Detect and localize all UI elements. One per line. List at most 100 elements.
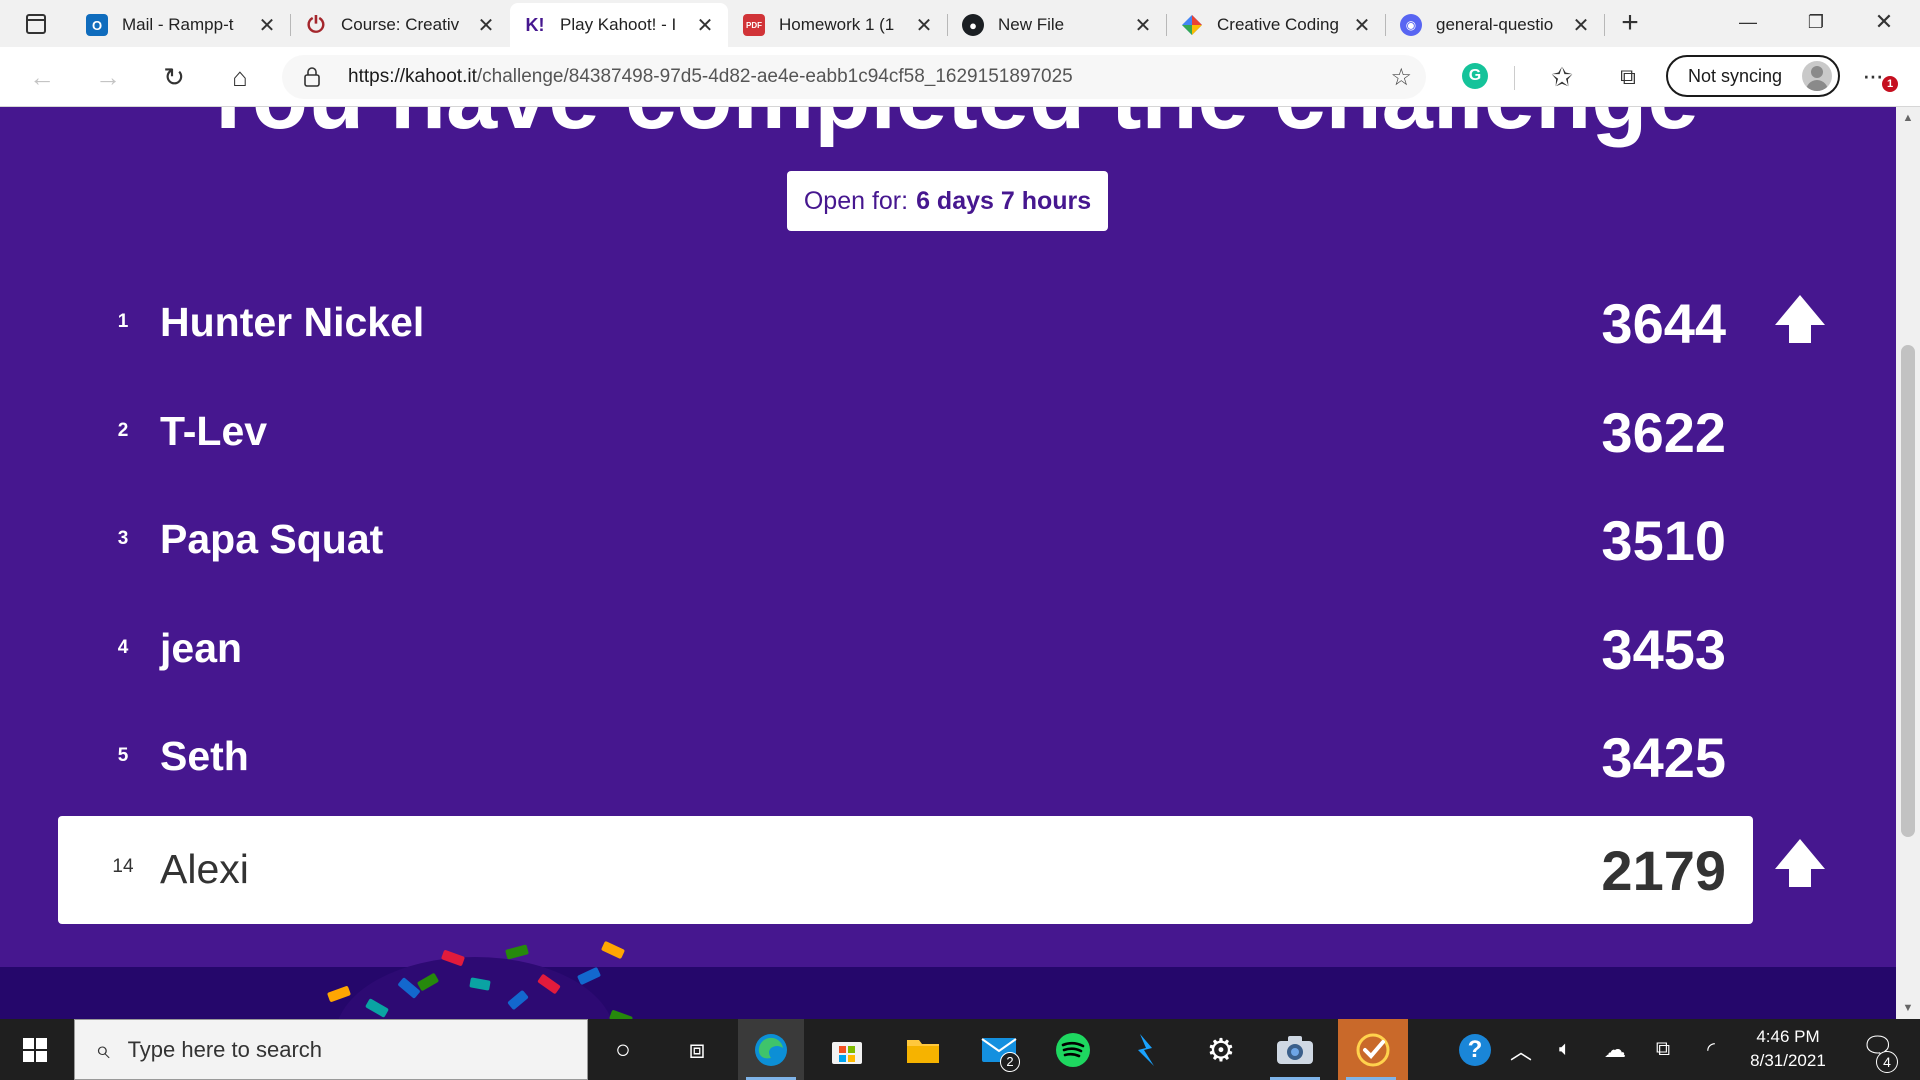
refresh-button[interactable]: ↻ bbox=[154, 59, 194, 95]
avatar bbox=[1802, 61, 1832, 91]
power-icon: ⏻ bbox=[307, 12, 325, 37]
norton-taskbar-button[interactable] bbox=[1338, 1019, 1408, 1080]
home-icon: ⌂ bbox=[232, 61, 248, 92]
display-tray-button[interactable]: ⧉ bbox=[1646, 1019, 1680, 1080]
tab-title: Play Kahoot! - I bbox=[560, 15, 677, 34]
leaderboard-row: 1 Hunter Nickel 3644 bbox=[58, 281, 1753, 373]
tab-actions-icon bbox=[26, 14, 46, 34]
tab-title: Course: Creativ bbox=[341, 15, 460, 34]
rank-number: 5 bbox=[117, 745, 129, 766]
player-score: 3425 bbox=[1601, 726, 1726, 789]
player-name: jean bbox=[160, 625, 243, 671]
add-favorite-icon[interactable]: ☆ bbox=[1390, 63, 1412, 92]
open-for-value: 6 days 7 hours bbox=[916, 186, 1092, 215]
minimize-button[interactable]: — bbox=[1720, 0, 1776, 44]
page-heading: You have completed the challenge bbox=[0, 107, 1896, 150]
cortana-button[interactable]: ○ bbox=[590, 1019, 656, 1080]
tab-new-file[interactable]: ● New File ✕ bbox=[948, 4, 1166, 46]
tab-title: Mail - Rampp-t bbox=[122, 15, 234, 34]
close-icon[interactable]: ✕ bbox=[1570, 13, 1592, 38]
address-bar[interactable]: https://kahoot.it/challenge/84387498-97d… bbox=[282, 55, 1426, 99]
settings-more-button[interactable]: ··· bbox=[1862, 60, 1884, 91]
player-name: Hunter Nickel bbox=[160, 299, 425, 345]
open-for-badge: Open for: 6 days 7 hours bbox=[787, 171, 1108, 231]
tab-title: general-questio bbox=[1436, 15, 1554, 34]
rank-up-arrow-icon bbox=[1775, 839, 1825, 887]
notification-count-badge: 4 bbox=[1876, 1051, 1898, 1073]
clock-date: 8/31/2021 bbox=[1750, 1051, 1826, 1070]
edge-taskbar-button[interactable] bbox=[738, 1019, 804, 1080]
app-taskbar-button[interactable] bbox=[1114, 1019, 1180, 1080]
rank-number: 4 bbox=[117, 637, 129, 658]
player-score: 3622 bbox=[1601, 401, 1726, 464]
tab-mail[interactable]: O Mail - Rampp-t ✕ bbox=[72, 4, 290, 46]
back-arrow-icon: ← bbox=[29, 61, 55, 92]
close-window-button[interactable]: ✕ bbox=[1856, 0, 1912, 44]
favorites-icon: ✩ bbox=[1551, 61, 1573, 92]
close-icon[interactable]: ✕ bbox=[256, 13, 278, 38]
file-explorer-taskbar-button[interactable] bbox=[890, 1019, 956, 1080]
kahoot-icon: K! bbox=[525, 14, 545, 35]
tab-creative-coding[interactable]: Creative Coding ✕ bbox=[1167, 4, 1385, 46]
onedrive-tray-button[interactable]: ☁︎ bbox=[1598, 1019, 1632, 1080]
windows-logo-icon bbox=[23, 1037, 47, 1062]
wifi-tray-button[interactable]: ◜ bbox=[1694, 1019, 1728, 1080]
store-taskbar-button[interactable] bbox=[814, 1019, 880, 1080]
volume-tray-button[interactable]: 🔈︎ bbox=[1548, 1019, 1582, 1080]
forward-arrow-icon: → bbox=[95, 61, 121, 92]
page-scrollbar[interactable]: ▲ ▼ bbox=[1896, 107, 1920, 1019]
tab-kahoot[interactable]: K! Play Kahoot! - I ✕ bbox=[510, 3, 728, 47]
close-icon[interactable]: ✕ bbox=[913, 13, 935, 38]
taskbar-search-input[interactable]: ⌕ Type here to search bbox=[74, 1019, 588, 1080]
chevron-up-icon: ︿ bbox=[1509, 1038, 1532, 1064]
mail-taskbar-button[interactable]: 2 bbox=[966, 1019, 1032, 1080]
tab-discord[interactable]: ◉ general-questio ✕ bbox=[1386, 4, 1604, 46]
tab-title: Homework 1 (1 bbox=[779, 15, 895, 34]
close-icon[interactable]: ✕ bbox=[1132, 13, 1154, 38]
home-button[interactable]: ⌂ bbox=[220, 59, 260, 95]
tab-course[interactable]: ⏻ Course: Creativ ✕ bbox=[291, 4, 509, 46]
camera-taskbar-button[interactable] bbox=[1262, 1019, 1328, 1080]
wifi-icon: ◜ bbox=[1707, 1039, 1715, 1061]
sync-label: Not syncing bbox=[1688, 65, 1783, 86]
mail-count-badge: 2 bbox=[1000, 1052, 1020, 1072]
help-tray-button[interactable]: ? bbox=[1452, 1019, 1498, 1080]
collections-icon: ⧉ bbox=[1620, 64, 1636, 89]
scroll-up-icon[interactable]: ▲ bbox=[1896, 109, 1920, 127]
clock-time: 4:46 PM bbox=[1756, 1027, 1820, 1046]
tab-title: Creative Coding bbox=[1217, 15, 1339, 34]
url-text: https://kahoot.it/challenge/84387498-97d… bbox=[348, 66, 1073, 88]
spotify-icon bbox=[1056, 1032, 1090, 1067]
profile-sync-button[interactable]: Not syncing bbox=[1666, 55, 1840, 97]
tab-homework[interactable]: PDF Homework 1 (1 ✕ bbox=[729, 4, 947, 46]
show-hidden-icons-button[interactable]: ︿ bbox=[1504, 1019, 1538, 1080]
close-icon[interactable]: ✕ bbox=[1351, 13, 1373, 38]
settings-taskbar-button[interactable]: ⚙ bbox=[1188, 1019, 1254, 1080]
favorites-button[interactable]: ✩ bbox=[1542, 59, 1582, 95]
tab-title: New File bbox=[998, 15, 1065, 34]
url-path: /challenge/84387498-97d5-4d82-ae4e-eabb1… bbox=[476, 66, 1073, 87]
grammarly-extension-icon[interactable]: G bbox=[1462, 63, 1488, 89]
back-button[interactable]: ← bbox=[22, 59, 62, 95]
start-button[interactable] bbox=[0, 1019, 70, 1080]
player-name: T-Lev bbox=[160, 408, 268, 454]
close-icon[interactable]: ✕ bbox=[475, 13, 497, 38]
new-tab-button[interactable]: + bbox=[1614, 8, 1646, 40]
checkmark-shield-icon bbox=[1356, 1033, 1390, 1066]
leaderboard-row: 3 Papa Squat 3510 bbox=[58, 498, 1753, 590]
restore-button[interactable]: ❐ bbox=[1788, 0, 1844, 44]
rank-number: 3 bbox=[117, 528, 129, 549]
taskbar-clock[interactable]: 4:46 PM 8/31/2021 bbox=[1736, 1025, 1840, 1073]
help-icon: ? bbox=[1459, 1033, 1491, 1066]
collections-button[interactable]: ⧉ bbox=[1608, 59, 1648, 95]
scrollbar-thumb[interactable] bbox=[1901, 345, 1915, 837]
forward-button[interactable]: → bbox=[88, 59, 128, 95]
scroll-down-icon[interactable]: ▼ bbox=[1896, 999, 1920, 1017]
spotify-taskbar-button[interactable] bbox=[1040, 1019, 1106, 1080]
task-view-button[interactable]: ⧈ bbox=[664, 1019, 730, 1080]
player-score: 3644 bbox=[1601, 292, 1726, 355]
close-icon[interactable]: ✕ bbox=[694, 13, 716, 38]
tab-actions-button[interactable] bbox=[14, 8, 58, 40]
footer-band bbox=[0, 967, 1896, 1019]
cortana-icon: ○ bbox=[615, 1034, 631, 1064]
